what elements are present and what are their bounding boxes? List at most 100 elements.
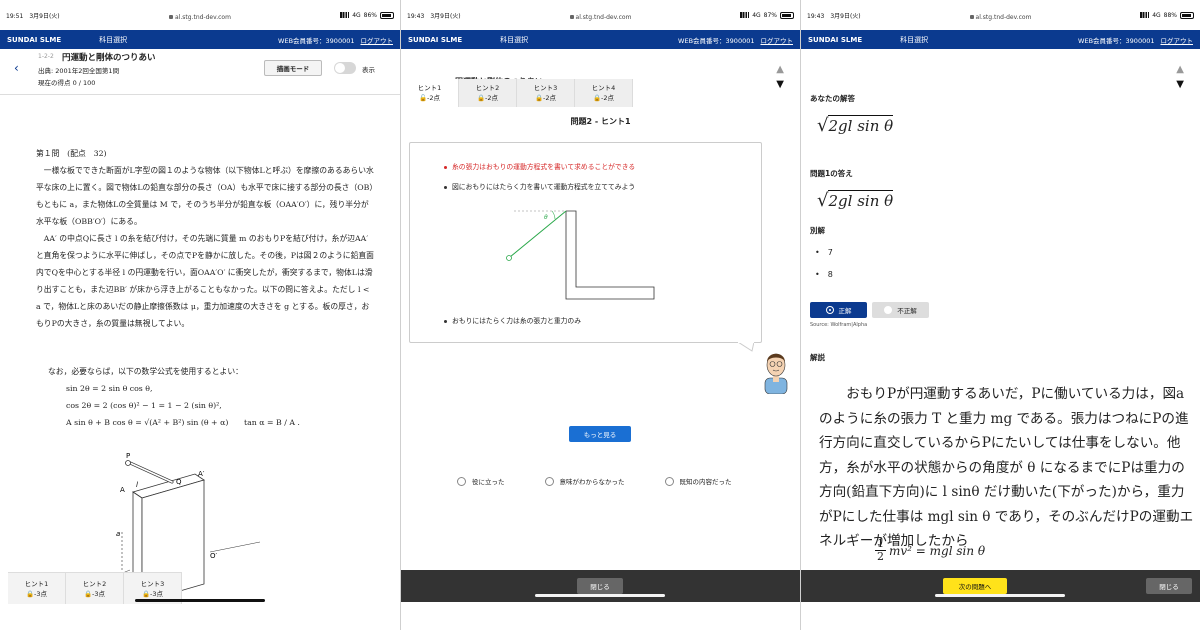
scroll-up-icon[interactable]: ▲ <box>776 64 784 75</box>
label-l: l <box>136 481 138 489</box>
unlock-icon: 🔓 <box>418 94 428 102</box>
wrong-button[interactable]: 不正解 <box>872 302 929 318</box>
scroll-down-icon[interactable]: ▼ <box>1176 79 1184 90</box>
label-a: A <box>120 486 125 494</box>
formula-line-2: cos 2θ = 2 (cos θ)² − 1 = 1 − 2 (sin θ)²… <box>66 401 222 410</box>
hint-speech-bubble: 糸の張力はおもりの運動方程式を書いて求めることができる 図におもりにはたらく力を… <box>409 142 762 352</box>
question-paragraph-1: 一様な板でできた断面がL字型の図１のような物体（以下物体Lと呼ぶ）を摩擦のあるあ… <box>36 166 374 226</box>
toggle-label: 表示 <box>362 66 375 74</box>
formula-intro: なお，必要ならば，以下の数学公式を使用するとよい： <box>48 367 243 376</box>
scroll-up-icon[interactable]: ▲ <box>1176 64 1184 75</box>
bubble-tail <box>738 342 754 352</box>
hint-bullet-3: おもりにはたらく力は糸の張力と重力のみ <box>452 317 582 325</box>
alt-answer-list: • 7 • 8 <box>815 242 833 286</box>
subject-select-link[interactable]: 科目選択 <box>99 35 127 45</box>
lock-icon: 🔒 <box>83 590 93 598</box>
correct-answer-math: √2gl sin θ <box>817 190 894 211</box>
logout-link[interactable]: ログアウト <box>1161 35 1194 45</box>
hint-tab-4[interactable]: ヒント4 🔒-2点 <box>575 79 633 107</box>
hint-tab-1[interactable]: ヒント1 🔓-2点 <box>401 79 459 107</box>
alt-answer-label: 別解 <box>810 226 825 235</box>
judge-buttons: 正解 不正解 <box>810 302 929 318</box>
question-source: 出典: 2001年2回全国第1問 <box>38 67 120 75</box>
question-header: ‹ 1-2-2 円運動と剛体のつりあい 出典: 2001年2回全国第1問 現在の… <box>0 49 400 95</box>
list-item: • 8 <box>815 270 833 279</box>
battery-icon <box>380 11 394 19</box>
scroll-down-icon[interactable]: ▼ <box>776 79 784 90</box>
hint-tab-2[interactable]: ヒント2 🔒-3点 <box>66 573 124 604</box>
bullet-icon <box>444 165 447 169</box>
hint-bullet-1: 糸の張力はおもりの運動方程式を書いて求めることができる <box>452 163 636 171</box>
display-toggle[interactable] <box>334 62 356 74</box>
hint-tab-3[interactable]: ヒント3 🔒-2点 <box>517 79 575 107</box>
radio-icon <box>664 476 674 486</box>
home-indicator <box>935 594 1065 597</box>
label-o-prime: O′ <box>210 552 218 560</box>
radio-checked-icon <box>825 306 834 314</box>
status-bar: 19:43 3月9日(火) al.stg.tnd-dev.com 4G 88% <box>801 0 1200 30</box>
correct-button[interactable]: 正解 <box>810 302 867 318</box>
lock-icon: 🔒 <box>592 94 602 102</box>
feedback-unclear[interactable]: 意味がわからなかった <box>544 476 625 486</box>
label-a-prime: A′ <box>198 470 205 478</box>
hint-tab-1[interactable]: ヒント1 🔒-3点 <box>8 573 66 604</box>
home-indicator <box>535 594 665 597</box>
lock-icon: 🔒 <box>476 94 486 102</box>
back-chevron-icon[interactable]: ‹ <box>14 61 19 75</box>
member-number: WEB会員番号：3900001 <box>678 36 755 45</box>
teacher-avatar-icon <box>764 353 788 394</box>
figure-2-pendulum: θ <box>506 210 655 300</box>
close-button[interactable]: 閉じる <box>577 578 623 594</box>
feedback-options: 役に立った 意味がわからなかった 既知の内容だった <box>457 476 732 486</box>
hint-bullet-2: 図におもりにはたらく力を書いて運動方程式を立ててみよう <box>452 183 636 191</box>
subject-select-link[interactable]: 科目選択 <box>500 35 528 45</box>
logout-link[interactable]: ログアウト <box>361 35 394 45</box>
lock-icon <box>569 15 574 19</box>
question-panel: 19:51 3月9日(火) al.stg.tnd-dev.com 4G 86% S… <box>0 0 400 630</box>
score-text: 現在の得点 0 / 100 <box>38 79 96 87</box>
url-text: al.stg.tnd-dev.com <box>975 14 1032 21</box>
hint-tab-2[interactable]: ヒント2 🔒-2点 <box>459 79 517 107</box>
brand-logo[interactable]: SUNDAI SLME <box>7 36 61 44</box>
question-paragraph-2: AA′ の中点Qに長さ l の糸を結び付け，その先端に質量 m のおもりPを結び… <box>36 234 374 328</box>
member-number: WEB会員番号：3900001 <box>1078 36 1155 45</box>
your-answer-label: あなたの解答 <box>810 94 855 103</box>
subject-select-link[interactable]: 科目選択 <box>900 35 928 45</box>
logout-link[interactable]: ログアウト <box>761 35 794 45</box>
lock-icon: 🔒 <box>25 590 35 598</box>
lock-icon: 🔒 <box>141 590 151 598</box>
draw-mode-button[interactable]: 描画モード <box>264 60 322 76</box>
list-item: • 7 <box>815 248 833 257</box>
hint-tab-bar: ヒント1 🔓-2点 ヒント2 🔒-2点 ヒント3 🔒-2点 ヒント4 🔒-2点 <box>401 79 633 107</box>
home-indicator <box>135 599 265 602</box>
show-more-button[interactable]: もっと見る <box>569 426 631 442</box>
bullet-icon <box>444 185 447 189</box>
question-heading: 第１問 (配点 32) <box>36 149 107 158</box>
explanation-text: おもりPが円運動するあいだ，Pに働いている力は，図aのように糸の張力 T と重力… <box>819 386 1194 549</box>
energy-equation: 12 mv² = mgl sin θ <box>875 537 986 563</box>
formula-line-3: A sin θ + B cos θ = √(A² + B²) sin (θ + … <box>66 418 300 427</box>
correct-answer-label: 問題1の答え <box>810 169 853 178</box>
breadcrumb: 1-2-2 <box>38 53 54 60</box>
theta-label: θ <box>544 214 548 221</box>
close-button[interactable]: 閉じる <box>1146 578 1192 594</box>
next-question-button[interactable]: 次の問題へ <box>943 578 1007 594</box>
hint-title: 問題2 - ヒント1 <box>570 117 631 126</box>
feedback-helpful[interactable]: 役に立った <box>457 476 505 486</box>
feedback-known[interactable]: 既知の内容だった <box>664 476 732 486</box>
bullet-icon <box>444 319 447 323</box>
label-p: P <box>126 452 130 460</box>
lock-icon: 🔒 <box>534 94 544 102</box>
answer-panel: 19:43 3月9日(火) al.stg.tnd-dev.com 4G 88% S… <box>801 0 1200 630</box>
formula-block: なお，必要ならば，以下の数学公式を使用するとよい： sin 2θ = 2 sin… <box>48 363 300 431</box>
status-bar: 19:51 3月9日(火) al.stg.tnd-dev.com 4G 86% <box>0 0 400 30</box>
your-answer-math: √2gl sin θ <box>817 115 894 136</box>
lock-icon <box>169 15 174 19</box>
brand-logo[interactable]: SUNDAI SLME <box>408 36 462 44</box>
status-bar: 19:43 3月9日(火) al.stg.tnd-dev.com 4G 87% <box>401 0 800 30</box>
brand-logo[interactable]: SUNDAI SLME <box>808 36 862 44</box>
explanation-label: 解説 <box>810 353 825 362</box>
url-text: al.stg.tnd-dev.com <box>575 14 632 21</box>
formula-line-1: sin 2θ = 2 sin θ cos θ, <box>66 384 153 393</box>
radio-icon <box>457 476 466 486</box>
